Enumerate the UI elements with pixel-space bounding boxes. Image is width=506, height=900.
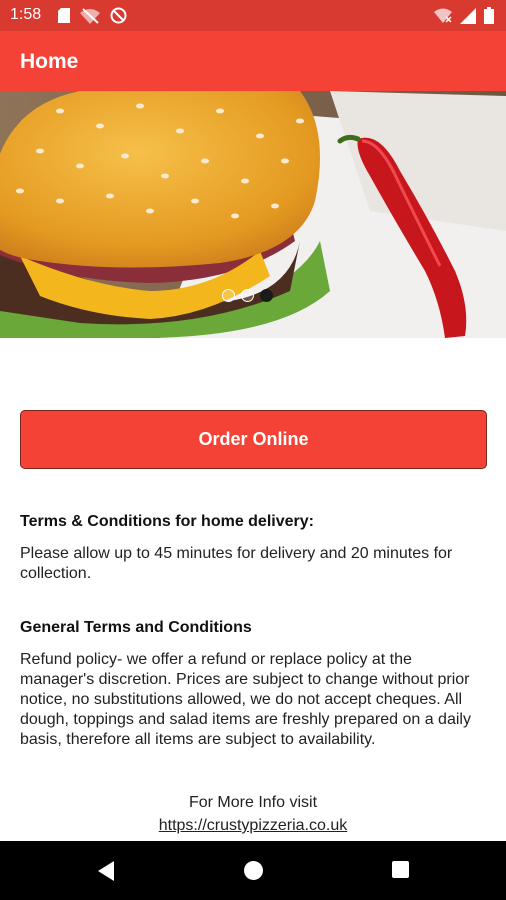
cell-signal-icon: [460, 7, 476, 29]
delivery-terms-text: Please allow up to 45 minutes for delive…: [20, 545, 453, 582]
sd-card-icon: [58, 8, 70, 28]
status-time: 1:58: [10, 6, 42, 23]
status-bar: 1:58: [0, 0, 506, 31]
website-link-row: https://crustypizzeria.co.uk: [0, 817, 506, 835]
battery-icon: [484, 7, 494, 29]
carousel-dot-active[interactable]: [260, 289, 273, 302]
navigation-bar: [0, 841, 506, 900]
home-icon[interactable]: [243, 860, 264, 886]
wifi-off-icon: [80, 7, 100, 29]
app-bar: Home: [0, 31, 506, 91]
general-terms-text: Refund policy- we offer a refund or repl…: [20, 651, 471, 748]
order-online-button[interactable]: Order Online: [20, 410, 487, 469]
back-icon[interactable]: [96, 860, 116, 887]
carousel-indicator: [222, 289, 273, 302]
carousel-dot[interactable]: [241, 289, 254, 302]
page-title: Home: [20, 50, 79, 73]
website-link[interactable]: https://crustypizzeria.co.uk: [159, 817, 348, 834]
carousel-dot[interactable]: [222, 289, 235, 302]
recents-icon[interactable]: [391, 860, 410, 884]
general-terms-heading: General Terms and Conditions: [20, 619, 252, 636]
wifi-signal-icon: [434, 8, 452, 28]
delivery-terms-heading: Terms & Conditions for home delivery:: [20, 513, 314, 530]
banner-carousel[interactable]: [0, 91, 506, 338]
blocked-icon: [110, 7, 127, 29]
more-info-text: For More Info visit: [188, 794, 318, 811]
